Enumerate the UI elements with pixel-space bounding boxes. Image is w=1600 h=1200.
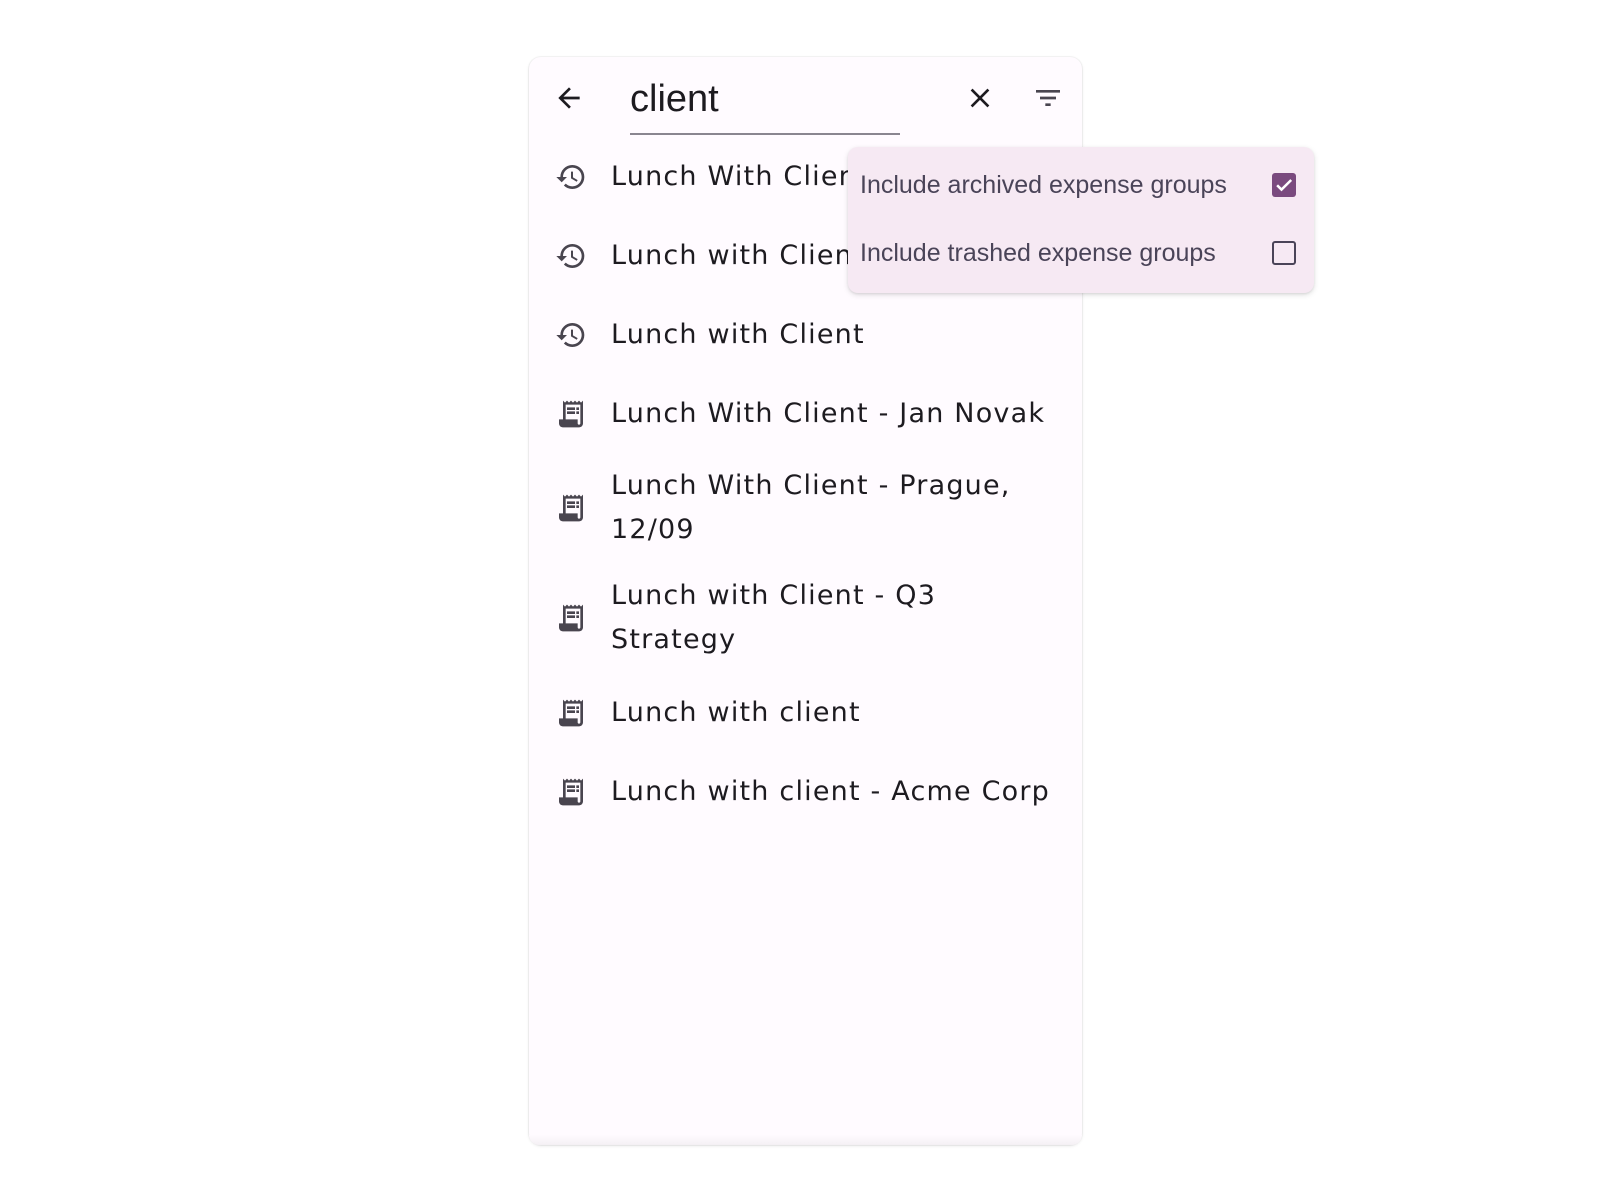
result-label: Lunch with client - Acme Corp <box>611 775 1051 807</box>
expense-group-item[interactable]: Lunch With Client - Jan Novak <box>529 374 1082 453</box>
receipt-icon-wrap <box>529 398 611 430</box>
receipt-icon <box>559 494 583 522</box>
history-icon-wrap <box>529 240 611 272</box>
result-label: Lunch with client <box>611 696 861 728</box>
filter-dropdown-menu: Include archived expense groups Include … <box>848 147 1314 293</box>
result-label: Lunch with Client - Q3 Strategy <box>611 580 937 655</box>
back-button[interactable] <box>545 74 593 122</box>
receipt-icon <box>559 604 583 632</box>
close-icon <box>970 88 990 108</box>
history-icon <box>556 322 585 347</box>
include-trashed-label: Include trashed expense groups <box>860 238 1216 267</box>
search-underline <box>630 133 900 135</box>
panel-bottom-edge <box>529 1135 1082 1145</box>
result-label: Lunch with Client <box>611 318 865 350</box>
filter-list-icon <box>1036 90 1060 106</box>
receipt-icon <box>559 778 583 805</box>
include-archived-checkbox[interactable] <box>1272 173 1296 197</box>
expense-group-item[interactable]: Lunch With Client - Prague, 12/09 <box>529 453 1082 563</box>
search-history-item[interactable]: Lunch with Client <box>529 295 1082 374</box>
check-icon <box>1276 179 1293 192</box>
result-label: Lunch With Client - Prague, 12/09 <box>611 470 1011 545</box>
include-trashed-checkbox[interactable] <box>1272 241 1296 265</box>
receipt-icon <box>559 400 583 427</box>
menu-item-include-trashed[interactable]: Include trashed expense groups <box>848 219 1314 287</box>
result-label: Lunch With Client - Jan Novak <box>611 397 1046 429</box>
search-input[interactable] <box>630 75 900 123</box>
history-icon-wrap <box>529 161 611 193</box>
receipt-icon-wrap <box>529 776 611 808</box>
receipt-icon-wrap <box>529 697 611 729</box>
include-archived-label: Include archived expense groups <box>860 170 1227 199</box>
receipt-icon-wrap <box>529 492 611 524</box>
expense-group-item[interactable]: Lunch with Client - Q3 Strategy <box>529 563 1082 673</box>
search-bar <box>529 57 1082 145</box>
arrow-back-icon <box>558 87 580 109</box>
expense-group-item[interactable]: Lunch with client - Acme Corp <box>529 752 1082 831</box>
clear-search-button[interactable] <box>956 74 1004 122</box>
menu-item-include-archived[interactable]: Include archived expense groups <box>848 151 1314 219</box>
receipt-icon-wrap <box>529 602 611 634</box>
history-icon-wrap <box>529 319 611 351</box>
history-icon <box>556 164 585 189</box>
filter-button[interactable] <box>1024 74 1072 122</box>
expense-group-item[interactable]: Lunch with client <box>529 673 1082 752</box>
receipt-icon <box>559 699 583 726</box>
history-icon <box>556 243 585 268</box>
